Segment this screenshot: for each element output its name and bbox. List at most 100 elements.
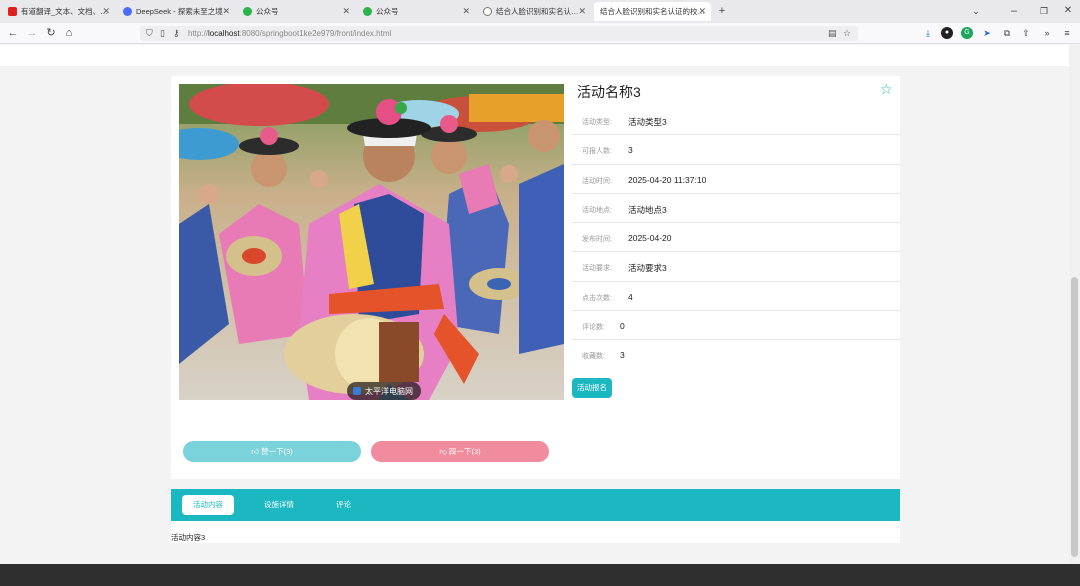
deepseek-icon <box>123 7 132 16</box>
page-header-strip <box>0 45 1069 66</box>
browser-tab-bar: 有道翻译_文本、文档、网页、空 ✕ DeepSeek - 探索未至之境 ✕ 公众… <box>0 0 1080 23</box>
activity-content-text: 活动内容3 <box>171 533 206 542</box>
info-value: 2025-04-20 11:37:10 <box>628 174 707 185</box>
forward-arrow-icon[interactable]: → <box>25 26 39 40</box>
window-close-icon[interactable]: ✕ <box>1060 3 1076 19</box>
info-row-time: 活动时间: 2025-04-20 11:37:10 <box>572 165 900 194</box>
info-label: 活动地点: <box>582 206 612 214</box>
info-label: 评论数: <box>582 324 605 332</box>
share-icon[interactable]: ⇪ <box>1020 27 1032 39</box>
tab-activity-content[interactable]: 活动内容 <box>182 495 234 515</box>
info-value: 4 <box>628 291 633 302</box>
browser-tab-youdao[interactable]: 有道翻译_文本、文档、网页、空 ✕ <box>2 2 115 21</box>
info-label: 点击次数: <box>582 294 612 302</box>
home-icon[interactable]: ⌂ <box>62 26 76 40</box>
maximize-icon[interactable]: ❐ <box>1036 3 1052 19</box>
grammar-extension-icon[interactable]: G <box>961 27 973 39</box>
favorite-star-icon[interactable]: ☆ <box>880 81 893 98</box>
info-row-requirements: 活动要求: 活动要求3 <box>572 252 900 282</box>
activity-photo: 太平洋电脑网 <box>179 84 564 400</box>
close-icon[interactable]: ✕ <box>102 6 110 17</box>
close-icon[interactable]: ✕ <box>342 6 350 17</box>
info-row-comments: 评论数: 0 <box>572 311 900 341</box>
info-row-capacity: 可报人数: 3 <box>572 135 900 165</box>
cursor-extension-icon[interactable]: ➤ <box>981 27 993 39</box>
signup-button[interactable]: 活动报名 <box>572 378 612 398</box>
globe-icon <box>483 7 492 16</box>
info-value: 0 <box>620 321 625 332</box>
info-value: 2025-04-20 <box>628 233 672 244</box>
info-row-clicks: 点击次数: 4 <box>572 282 900 312</box>
close-icon[interactable]: ✕ <box>698 6 706 17</box>
info-label: 收藏数: <box>582 353 605 361</box>
shield-icon[interactable]: ⛉ <box>146 27 153 40</box>
url-bar[interactable]: ⛉ ▯ ⚷ http://localhost:8080/springboot1k… <box>140 26 858 41</box>
reload-icon[interactable]: ↻ <box>44 26 58 40</box>
info-row-location: 活动地点: 活动地点3 <box>572 194 900 224</box>
puzzle-icon[interactable]: ⧉ <box>1001 27 1013 39</box>
browser-tab-title: 有道翻译_文本、文档、网页、空 <box>21 7 109 16</box>
key-icon[interactable]: ⚷ <box>173 27 180 40</box>
activity-detail-card: 太平洋电脑网 活动名称3 ☆ 活动类型: 活动类型3 可报人数: 3 活动时间:… <box>171 76 900 479</box>
info-label: 活动要求: <box>582 265 612 273</box>
url-text[interactable]: http://localhost:8080/springboot1ke2e979… <box>188 27 391 40</box>
menu-icon[interactable]: ≡ <box>1061 27 1073 39</box>
info-value: 活动地点3 <box>628 204 667 215</box>
thumb-up-label: 赞一下(3) <box>261 447 293 456</box>
activity-title: 活动名称3 <box>577 84 641 100</box>
close-icon[interactable]: ✕ <box>222 6 230 17</box>
info-label: 活动时间: <box>582 177 612 185</box>
watermark-logo-icon <box>353 387 361 395</box>
download-icon[interactable]: ⤓ <box>922 27 934 39</box>
scrollbar[interactable] <box>1069 45 1080 564</box>
info-label: 可报人数: <box>582 148 612 156</box>
reader-view-icon[interactable]: ▤ <box>828 27 837 40</box>
back-arrow-icon[interactable]: ← <box>6 26 20 40</box>
page-icon[interactable]: ▯ <box>160 27 165 40</box>
new-tab-button[interactable]: + <box>714 3 730 19</box>
image-watermark: 太平洋电脑网 <box>347 382 421 400</box>
wechat-icon <box>363 7 372 16</box>
tab-comments[interactable]: 评论 <box>325 495 362 515</box>
tab-list-chevron-icon[interactable]: ⌄ <box>968 3 984 19</box>
info-value: 3 <box>620 350 625 361</box>
info-value: 活动类型3 <box>628 117 667 127</box>
info-label: 发布时间: <box>582 236 612 244</box>
scrollbar-thumb[interactable] <box>1071 277 1078 557</box>
info-row-favorites: 收藏数: 3 <box>572 340 900 369</box>
browser-tab-title: 公众号 <box>376 7 399 16</box>
youdao-icon <box>8 7 17 16</box>
browser-tab-wechat-1[interactable]: 公众号 ✕ <box>237 2 355 21</box>
close-icon[interactable]: ✕ <box>578 6 586 17</box>
extension-icon[interactable]: ● <box>941 27 953 39</box>
info-value: 3 <box>628 145 633 156</box>
browser-tab-title: 公众号 <box>256 7 279 16</box>
thumb-down-icon: 👎︎ <box>439 447 447 456</box>
thumb-down-label: 踩一下(3) <box>449 447 481 456</box>
browser-tab-deepseek[interactable]: DeepSeek - 探索未至之境 ✕ <box>117 2 235 21</box>
minimize-icon[interactable]: – <box>1006 3 1022 19</box>
thumb-up-icon: 👍︎ <box>251 447 260 456</box>
browser-tab-title: 结合人脸识别和实名认证的校园论 <box>600 7 705 16</box>
activity-info-list: 活动类型: 活动类型3 可报人数: 3 活动时间: 2025-04-20 11:… <box>572 106 900 370</box>
thumb-down-button[interactable]: 👎︎ 踩一下(3) <box>371 441 549 462</box>
info-row-type: 活动类型: 活动类型3 <box>572 106 900 136</box>
overflow-chevron-icon[interactable]: » <box>1041 27 1053 39</box>
content-tab-strip: 活动内容 设施详情 评论 <box>171 489 900 521</box>
image-watermark-text: 太平洋电脑网 <box>365 386 413 396</box>
tab-facility-details[interactable]: 设施详情 <box>253 495 305 515</box>
bookmark-star-icon[interactable]: ☆ <box>843 27 851 40</box>
browser-tab-campus-active[interactable]: 结合人脸识别和实名认证的校园论 ✕ <box>594 2 711 21</box>
browser-tab-campus-1[interactable]: 结合人脸识别和实名认证的校园 ✕ <box>477 2 591 21</box>
page-footer <box>0 564 1080 586</box>
close-icon[interactable]: ✕ <box>462 6 470 17</box>
info-value: 活动要求3 <box>628 263 667 274</box>
browser-tab-wechat-2[interactable]: 公众号 ✕ <box>357 2 475 21</box>
thumb-up-button[interactable]: 👍︎ 赞一下(3) <box>183 441 361 462</box>
tab-content-area: 活动内容3 <box>171 521 900 543</box>
browser-nav-bar: ← → ↻ ⌂ ⛉ ▯ ⚷ http://localhost:8080/spri… <box>0 23 1080 44</box>
browser-tab-title: 结合人脸识别和实名认证的校园 <box>496 7 585 16</box>
info-row-publish-date: 发布时间: 2025-04-20 <box>572 223 900 253</box>
wechat-icon <box>243 7 252 16</box>
info-label: 活动类型: <box>582 119 612 126</box>
